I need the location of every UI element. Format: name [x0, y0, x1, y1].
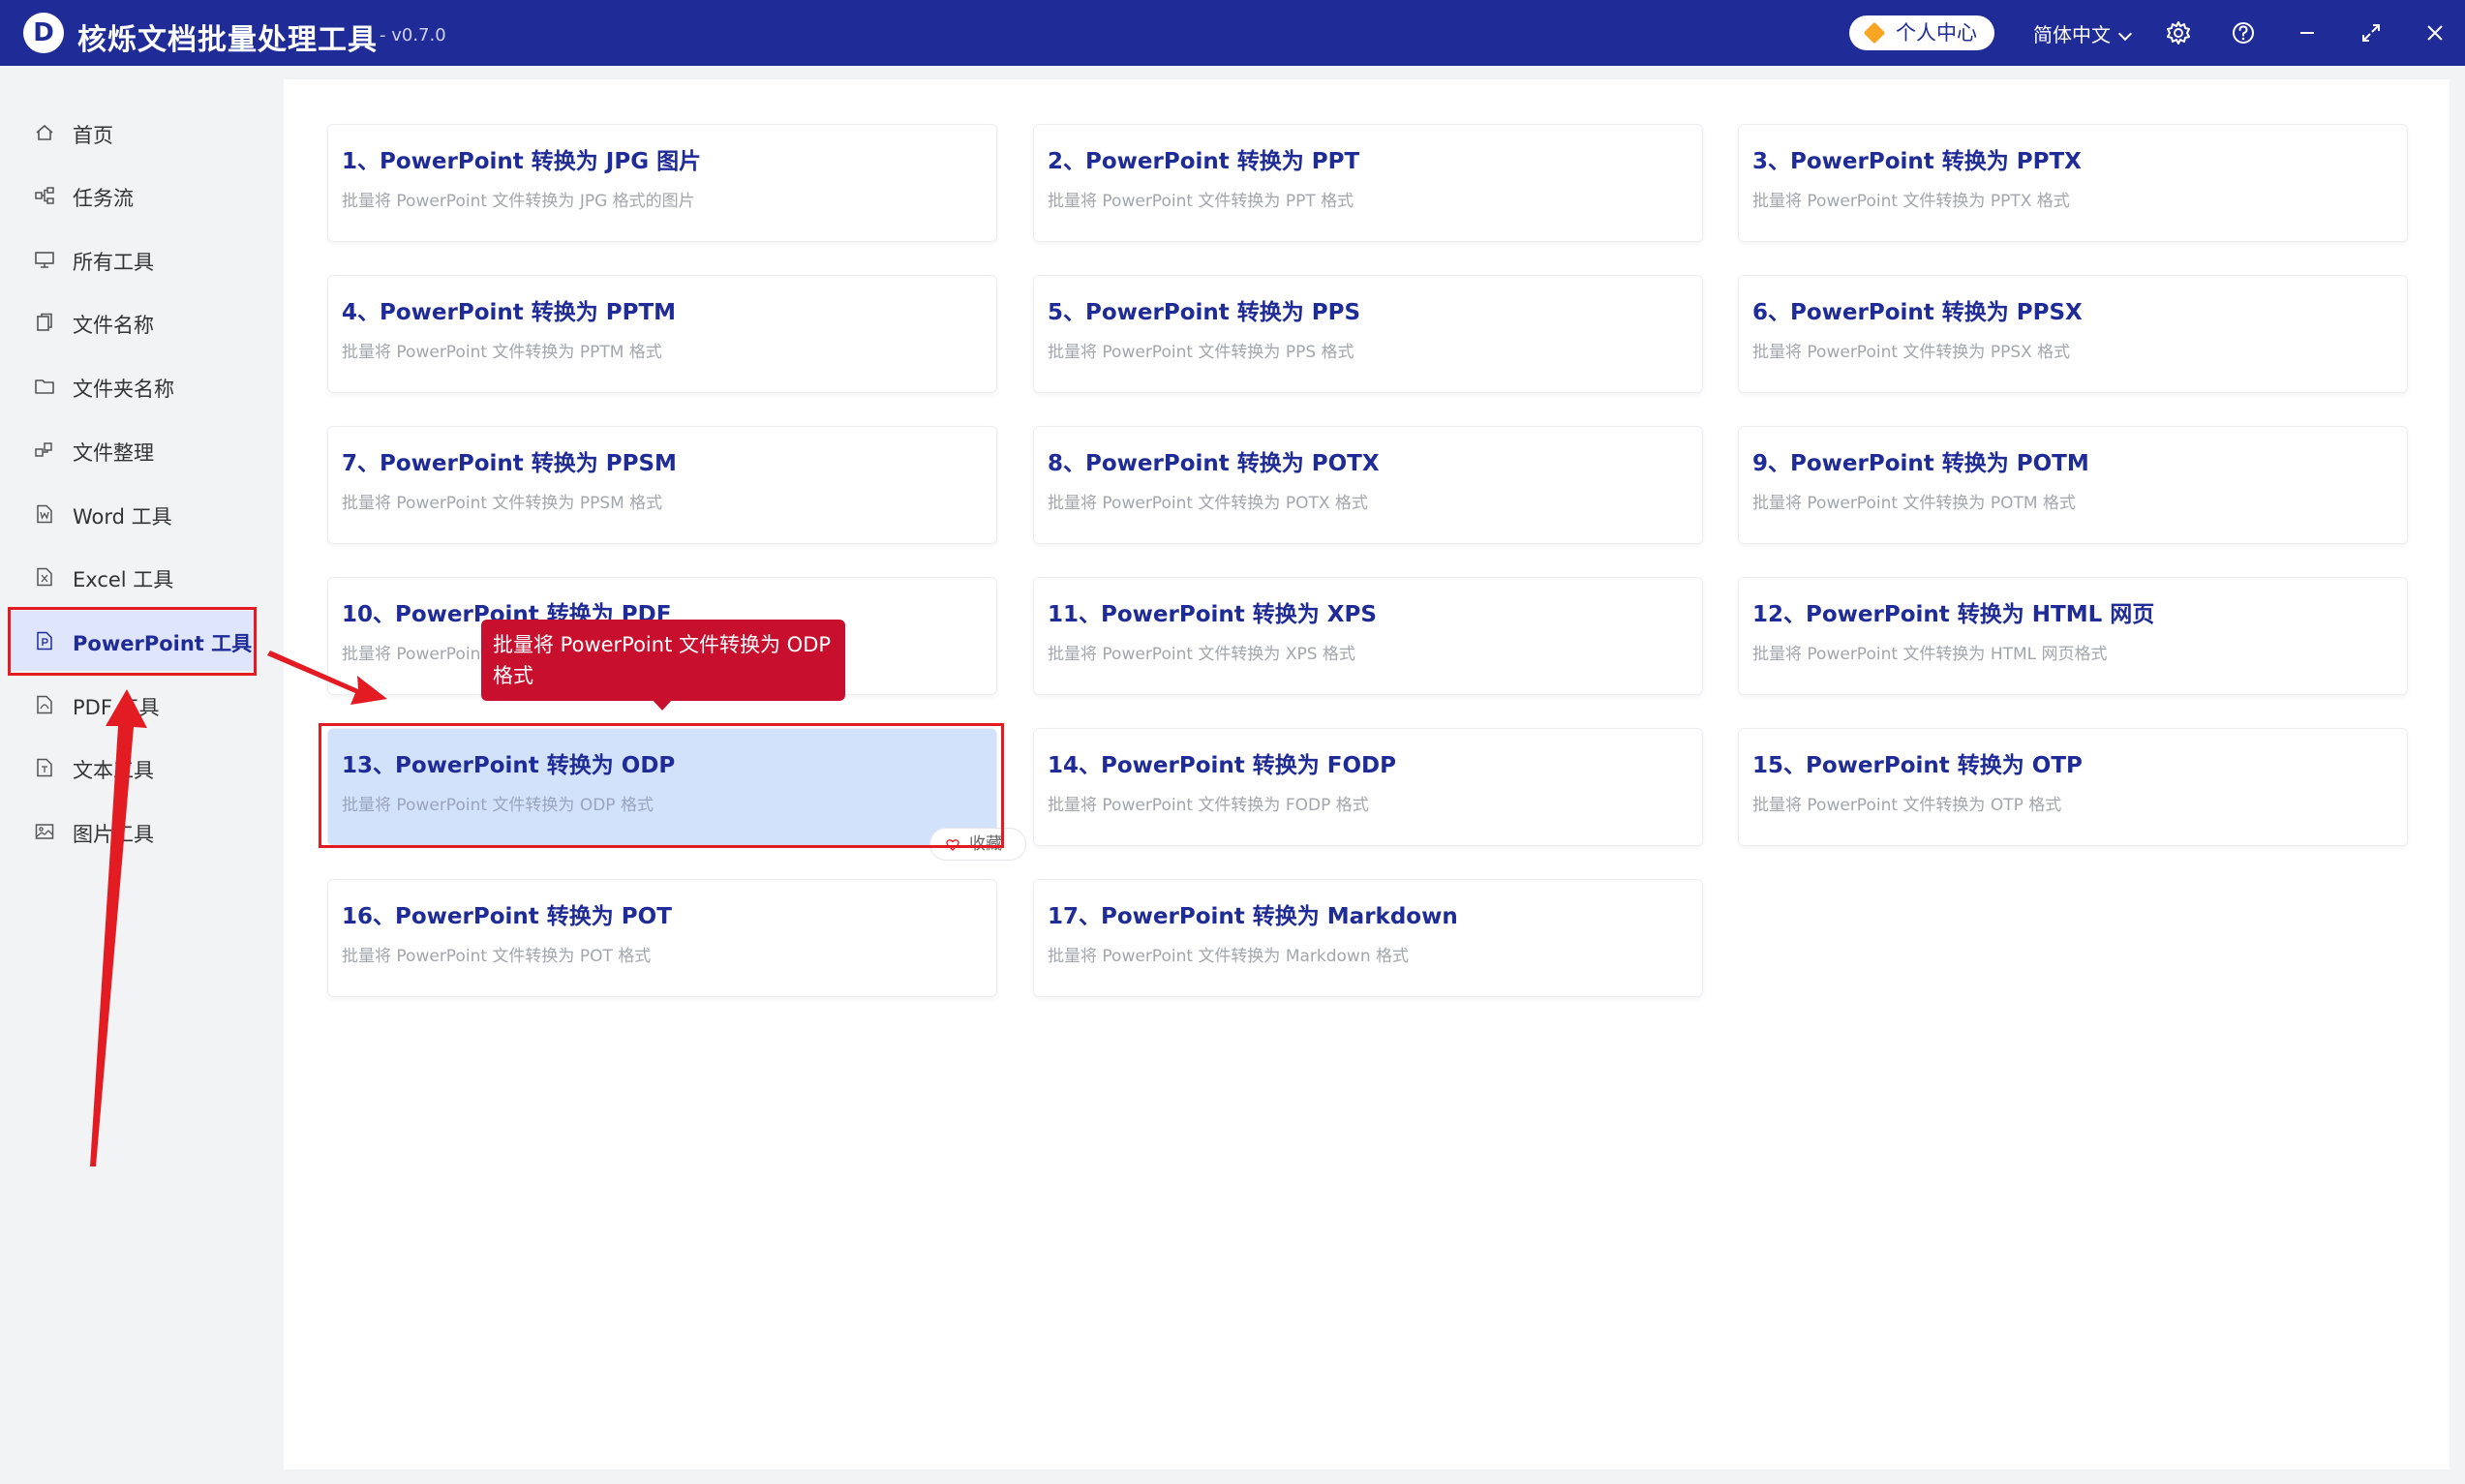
image-icon: [35, 824, 54, 839]
tool-card-ppt-to-xps[interactable]: 11、PowerPoint 转换为 XPS 批量将 PowerPoint 文件转…: [1033, 577, 1703, 695]
tool-card-ppt-to-potm[interactable]: 9、PowerPoint 转换为 POTM 批量将 PowerPoint 文件转…: [1738, 426, 2408, 544]
tool-card-title: 15、PowerPoint 转换为 OTP: [1752, 753, 2083, 778]
language-label: 简体中文: [2033, 23, 2111, 46]
vip-diamond-icon: [1863, 21, 1886, 45]
sidebar: 首页 任务流 所有工具 文件名称 文件夹名称 文件整理 Word 工具 Exce…: [0, 66, 269, 1484]
excel-file-icon: [37, 567, 52, 587]
personal-center-button[interactable]: 个人中心: [1849, 15, 1994, 50]
sidebar-item-label: 首页: [73, 124, 113, 147]
tooltip: 批量将 PowerPoint 文件转换为 ODP 格式: [481, 620, 845, 701]
tool-card-ppt-to-pps[interactable]: 5、PowerPoint 转换为 PPS 批量将 PowerPoint 文件转换…: [1033, 275, 1703, 393]
tool-card-description: 批量将 PowerPoint 文件转换为 POT 格式: [342, 947, 652, 966]
sidebar-item-excel-tools[interactable]: Excel 工具: [10, 547, 254, 607]
personal-center-label: 个人中心: [1896, 21, 1977, 45]
sidebar-item-label: Word 工具: [73, 505, 172, 529]
sidebar-item-image-tools[interactable]: 图片工具: [10, 802, 254, 862]
sidebar-item-label: 文件名称: [73, 314, 154, 337]
tool-card-ppt-to-markdown[interactable]: 17、PowerPoint 转换为 Markdown 批量将 PowerPoin…: [1033, 879, 1703, 997]
tool-card-description: 批量将 PowerPoint 文件转换为 JPG 格式的图片: [342, 192, 695, 211]
tool-card-title: 4、PowerPoint 转换为 PPTM: [342, 300, 677, 325]
sidebar-item-file-name[interactable]: 文件名称: [10, 292, 254, 352]
tool-card-description: 批量将 PowerPoint 文件转换为 FODP 格式: [1048, 796, 1369, 815]
maximize-icon[interactable]: [2358, 19, 2385, 46]
tool-card-ppt-to-html[interactable]: 12、PowerPoint 转换为 HTML 网页 批量将 PowerPoint…: [1738, 577, 2408, 695]
sidebar-item-file-organize[interactable]: 文件整理: [10, 420, 254, 480]
settings-gear-icon[interactable]: [2165, 19, 2192, 46]
language-select[interactable]: 简体中文: [2033, 19, 2133, 47]
home-icon: [36, 124, 53, 140]
sidebar-item-home[interactable]: 首页: [10, 103, 254, 163]
tool-card-ppt-to-pptx[interactable]: 3、PowerPoint 转换为 PPTX 批量将 PowerPoint 文件转…: [1738, 124, 2408, 242]
sidebar-item-all-tools[interactable]: 所有工具: [10, 229, 254, 289]
monitor-icon: [35, 252, 54, 268]
tool-card-title: 1、PowerPoint 转换为 JPG 图片: [342, 149, 702, 174]
app-version: - v0.7.0: [380, 25, 446, 45]
sidebar-item-label: 文本工具: [73, 759, 154, 782]
tool-card-description: 批量将 PowerPoint 文件转换为 HTML 网页格式: [1752, 645, 2108, 664]
sidebar-item-text-tools[interactable]: 文本工具: [10, 738, 254, 798]
folder-icon: [35, 379, 54, 394]
chevron-down-icon: [2117, 26, 2133, 42]
tool-card-title: 7、PowerPoint 转换为 PPSM: [342, 451, 677, 476]
tooltip-arrow: [652, 699, 673, 711]
tool-card-title: 5、PowerPoint 转换为 PPS: [1048, 300, 1361, 325]
tool-card-ppt-to-otp[interactable]: 15、PowerPoint 转换为 OTP 批量将 PowerPoint 文件转…: [1738, 728, 2408, 846]
tool-card-ppt-to-potx[interactable]: 8、PowerPoint 转换为 POTX 批量将 PowerPoint 文件转…: [1033, 426, 1703, 544]
file-copy-icon: [37, 313, 52, 331]
tool-card-ppt-to-ppt[interactable]: 2、PowerPoint 转换为 PPT 批量将 PowerPoint 文件转换…: [1033, 124, 1703, 242]
app-logo-icon: D: [23, 13, 64, 53]
tool-card-description: 批量将 PowerPoint 文件转换为 PPT 格式: [1048, 192, 1354, 211]
sidebar-item-label: 文件夹名称: [73, 378, 174, 401]
workflow-icon: [35, 187, 54, 204]
sidebar-item-label: Excel 工具: [73, 568, 174, 591]
pdf-file-icon: [37, 695, 52, 714]
tool-card-title: 11、PowerPoint 转换为 XPS: [1048, 602, 1377, 627]
tool-card-ppt-to-fodp[interactable]: 14、PowerPoint 转换为 FODP 批量将 PowerPoint 文件…: [1033, 728, 1703, 846]
tool-card-title: 17、PowerPoint 转换为 Markdown: [1048, 904, 1458, 929]
tool-card-description: 批量将 PowerPoint 文件转换为 PPSX 格式: [1752, 343, 2071, 362]
tool-card-description: 批量将 PowerPoint 文件转换为 XPS 格式: [1048, 645, 1355, 664]
close-icon[interactable]: [2421, 19, 2449, 46]
sidebar-item-pdf-tools[interactable]: PDF 工具: [10, 675, 254, 735]
tool-card-description: 批量将 PowerPoint 文件转换为 POTM 格式: [1752, 494, 2076, 513]
tool-card-ppt-to-pot[interactable]: 16、PowerPoint 转换为 POT 批量将 PowerPoint 文件转…: [327, 879, 997, 997]
word-file-icon: [37, 504, 52, 524]
tool-card-description: 批量将 PowerPoint 文件转换为 POTX 格式: [1048, 494, 1368, 513]
sidebar-item-label: 文件整理: [73, 441, 154, 465]
tool-card-description: 批量将 PowerPoint 文件转换为 OTP 格式: [1752, 796, 2062, 815]
highlight-box-sidebar: [8, 607, 257, 676]
text-file-icon: [37, 758, 52, 777]
tool-card-description: 批量将 PowerPoint 文件转换为 PPTX 格式: [1752, 192, 2070, 211]
tool-card-description: 批量将 PowerPoint 文件转换为 Markdown 格式: [1048, 947, 1410, 966]
tool-card-ppt-to-ppsm[interactable]: 7、PowerPoint 转换为 PPSM 批量将 PowerPoint 文件转…: [327, 426, 997, 544]
tool-card-title: 14、PowerPoint 转换为 FODP: [1048, 753, 1396, 778]
help-icon[interactable]: [2230, 19, 2257, 46]
sidebar-item-word-tools[interactable]: Word 工具: [10, 484, 254, 544]
sidebar-item-label: PDF 工具: [73, 696, 160, 719]
tool-card-description: 批量将 PowerPoint 文件转换为 PPTM 格式: [342, 343, 662, 362]
tool-card-title: 2、PowerPoint 转换为 PPT: [1048, 149, 1360, 174]
highlight-box-card: [319, 723, 1004, 848]
tool-card-title: 6、PowerPoint 转换为 PPSX: [1752, 300, 2083, 325]
tool-card-description: 批量将 PowerPoint 文件转换为 PPSM 格式: [342, 494, 663, 513]
sidebar-item-label: 图片工具: [73, 823, 154, 846]
organize-icon: [35, 442, 52, 457]
tool-card-description: 批量将 PowerPoint 文件转换为 PPS 格式: [1048, 343, 1354, 362]
sidebar-item-label: 所有工具: [73, 251, 154, 274]
sidebar-item-folder-name[interactable]: 文件夹名称: [10, 356, 254, 416]
tool-card-title: 16、PowerPoint 转换为 POT: [342, 904, 672, 929]
app-logo-letter: D: [33, 18, 54, 47]
tool-card-title: 12、PowerPoint 转换为 HTML 网页: [1752, 602, 2155, 627]
minimize-icon[interactable]: [2294, 19, 2321, 46]
tool-card-ppt-to-ppsx[interactable]: 6、PowerPoint 转换为 PPSX 批量将 PowerPoint 文件转…: [1738, 275, 2408, 393]
tool-card-title: 8、PowerPoint 转换为 POTX: [1048, 451, 1380, 476]
tool-card-ppt-to-jpg[interactable]: 1、PowerPoint 转换为 JPG 图片 批量将 PowerPoint 文…: [327, 124, 997, 242]
tool-card-title: 3、PowerPoint 转换为 PPTX: [1752, 149, 2082, 174]
title-bar: D 核烁文档批量处理工具 - v0.7.0 个人中心 简体中文: [0, 0, 2465, 66]
tool-card-title: 9、PowerPoint 转换为 POTM: [1752, 451, 2089, 476]
tool-card-ppt-to-pptm[interactable]: 4、PowerPoint 转换为 PPTM 批量将 PowerPoint 文件转…: [327, 275, 997, 393]
sidebar-item-workflow[interactable]: 任务流: [10, 166, 254, 226]
sidebar-item-label: 任务流: [73, 187, 134, 210]
app-title: 核烁文档批量处理工具: [77, 23, 378, 57]
